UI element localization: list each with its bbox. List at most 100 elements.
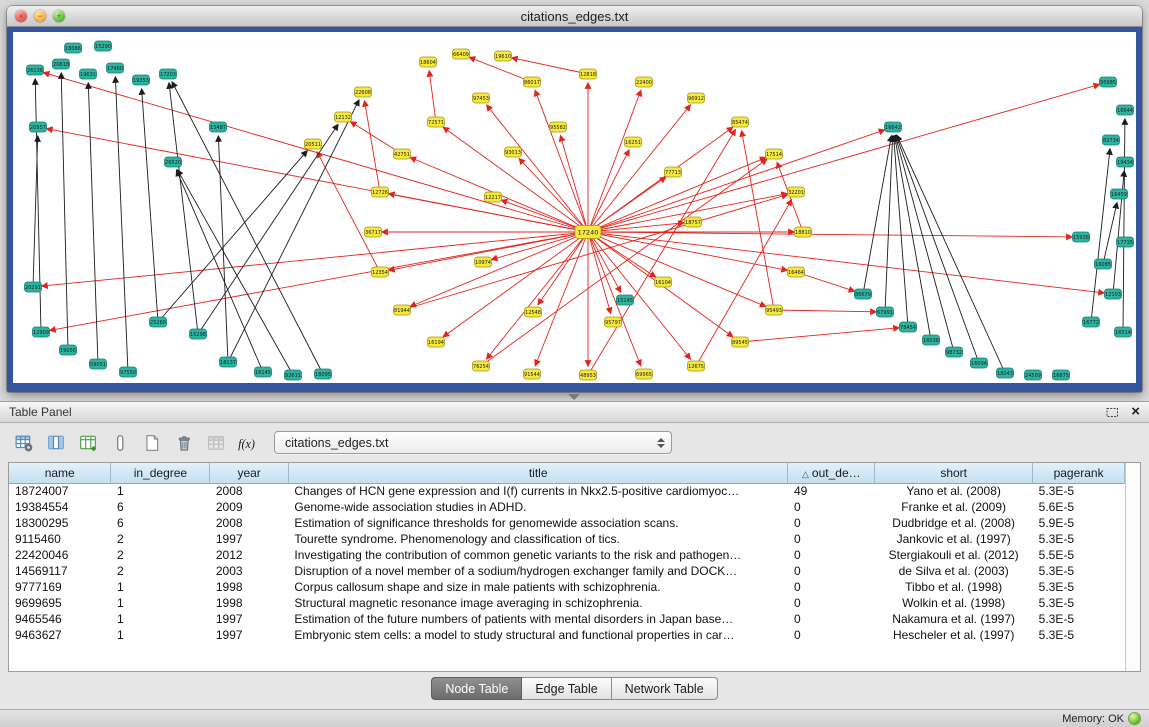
graph-node[interactable]: 15487 — [210, 122, 227, 132]
table-selector-dropdown[interactable]: citations_edges.txt — [274, 431, 672, 454]
graph-node[interactable]: 95582 — [550, 122, 567, 132]
graph-node[interactable]: 12354 — [372, 267, 389, 277]
graph-node[interactable]: 76254 — [473, 361, 490, 371]
graph-node[interactable]: 16772 — [1083, 317, 1100, 327]
graph-node[interactable]: 15145 — [617, 295, 634, 305]
close-panel-icon[interactable]: × — [1131, 405, 1140, 419]
network-canvas-svg[interactable]: 1724018810164649549389545126756996548953… — [13, 32, 1136, 383]
graph-node[interactable]: 12818 — [580, 69, 597, 79]
graph-node[interactable]: 18757 — [685, 217, 702, 227]
show-columns-button[interactable] — [42, 430, 69, 455]
graph-node[interactable]: 19631 — [80, 69, 97, 79]
close-window-button[interactable]: × — [15, 10, 27, 22]
table-vertical-scrollbar[interactable] — [1125, 463, 1140, 671]
graph-node[interactable]: 72571 — [428, 117, 445, 127]
graph-node[interactable]: 69965 — [636, 369, 653, 379]
graph-node[interactable]: 92611 — [285, 370, 302, 380]
graph-node[interactable]: 18604 — [420, 57, 437, 67]
graph-node[interactable]: 96912 — [688, 93, 705, 103]
column-header-year[interactable]: year — [210, 463, 289, 483]
graph-node[interactable]: 86017 — [524, 77, 541, 87]
graph-node[interactable]: 12726 — [372, 187, 389, 197]
panel-splitter[interactable] — [0, 392, 1149, 401]
graph-node[interactable]: 17240 — [575, 226, 601, 239]
delete-table-button[interactable] — [170, 430, 197, 455]
graph-node[interactable]: 20291 — [25, 282, 42, 292]
graph-node[interactable]: 19056 — [60, 345, 77, 355]
graph-node[interactable]: 82734 — [1103, 135, 1120, 145]
table-row[interactable]: 911546021997Tourette syndrome. Phenomeno… — [9, 531, 1125, 547]
table-row[interactable]: 946554611997Estimation of the future num… — [9, 611, 1125, 627]
tab-edge-table[interactable]: Edge Table — [522, 677, 611, 700]
graph-node[interactable]: 16085 — [1095, 259, 1112, 269]
import-table-button[interactable] — [74, 430, 101, 455]
graph-node[interactable]: 48953 — [580, 370, 597, 380]
graph-node[interactable]: 85474 — [732, 117, 749, 127]
graph-node[interactable]: 66409 — [453, 49, 470, 59]
graph-node[interactable]: 16145 — [255, 367, 272, 377]
graph-node[interactable]: 16038 — [923, 335, 940, 345]
graph-node[interactable]: 91544 — [524, 369, 541, 379]
graph-node[interactable]: 93013 — [505, 147, 522, 157]
graph-node[interactable]: 16251 — [625, 137, 642, 147]
graph-node[interactable]: 97550 — [120, 367, 137, 377]
graph-node[interactable]: 17203 — [160, 69, 177, 79]
graph-node[interactable]: 86679 — [855, 289, 872, 299]
graph-node[interactable]: 12217 — [485, 192, 502, 202]
column-header-name[interactable]: name — [9, 463, 111, 483]
graph-node[interactable]: 36717 — [365, 227, 382, 237]
column-header-pagerank[interactable]: pagerank — [1033, 463, 1125, 483]
table-row[interactable]: 1872400712008Changes of HCN gene express… — [9, 483, 1125, 499]
splitter-collapse-icon[interactable] — [568, 394, 580, 400]
network-window-titlebar[interactable]: × − + citations_edges.txt — [7, 6, 1142, 27]
float-panel-icon[interactable] — [1106, 407, 1119, 418]
graph-node[interactable]: 15290 — [95, 41, 112, 51]
graph-node[interactable]: 20511 — [305, 139, 322, 149]
graph-node[interactable]: 32201 — [788, 187, 805, 197]
graph-node[interactable]: 16642 — [885, 122, 902, 132]
graph-node[interactable]: 19353 — [133, 75, 150, 85]
column-header-title[interactable]: title — [288, 463, 788, 483]
graph-node[interactable]: 15298 — [190, 329, 207, 339]
table-row[interactable]: 1830029562008Estimation of significance … — [9, 515, 1125, 531]
table-row[interactable]: 2242004622012Investigating the contribut… — [9, 547, 1125, 563]
graph-node[interactable]: 25260 — [150, 317, 167, 327]
graph-node[interactable]: 18095 — [315, 369, 332, 379]
graph-node[interactable]: 24509 — [1025, 370, 1042, 380]
table-row[interactable]: 946362711997Embryonic stem cells: a mode… — [9, 627, 1125, 643]
graph-node[interactable]: 16094 — [971, 358, 988, 368]
graph-node[interactable]: 22400 — [636, 77, 653, 87]
graph-node[interactable]: 20557 — [30, 122, 47, 132]
zoom-window-button[interactable]: + — [53, 10, 65, 22]
graph-node[interactable]: 19434 — [1117, 157, 1134, 167]
graph-node[interactable]: 89545 — [732, 337, 749, 347]
graph-node[interactable]: 26136 — [27, 65, 44, 75]
minimize-window-button[interactable]: − — [34, 10, 46, 22]
column-header-short[interactable]: short — [875, 463, 1033, 483]
graph-node[interactable]: 18137 — [220, 357, 237, 367]
graph-node[interactable]: 95797 — [605, 317, 622, 327]
new-table-button[interactable] — [138, 430, 165, 455]
graph-node[interactable]: 67991 — [877, 307, 894, 317]
graph-node[interactable]: 16644 — [1117, 105, 1134, 115]
graph-node[interactable]: 16104 — [655, 277, 672, 287]
graph-node[interactable]: 81944 — [394, 305, 411, 315]
graph-node[interactable]: 16875 — [1053, 370, 1070, 380]
graph-node[interactable]: 10974 — [475, 257, 492, 267]
graph-node[interactable]: 95985 — [1100, 77, 1117, 87]
graph-node[interactable]: 20818 — [53, 59, 70, 69]
graph-node[interactable]: 17460 — [107, 63, 124, 73]
graph-node[interactable]: 18043 — [997, 368, 1014, 378]
table-mode-button[interactable] — [10, 430, 37, 455]
graph-node[interactable]: 18086 — [65, 43, 82, 53]
graph-node[interactable]: 59051 — [90, 359, 107, 369]
graph-node[interactable]: 77713 — [665, 167, 682, 177]
graph-node[interactable]: 16459 — [1111, 189, 1128, 199]
tab-network-table[interactable]: Network Table — [612, 677, 718, 700]
table-row[interactable]: 1456911722003Disruption of a novel membe… — [9, 563, 1125, 579]
table-row[interactable]: 1938455462009Genome-wide association stu… — [9, 499, 1125, 515]
graph-node[interactable]: 12909 — [33, 327, 50, 337]
graph-node[interactable]: 95493 — [766, 305, 783, 315]
graph-node[interactable]: 26520 — [165, 157, 182, 167]
row-height-button[interactable] — [106, 430, 133, 455]
